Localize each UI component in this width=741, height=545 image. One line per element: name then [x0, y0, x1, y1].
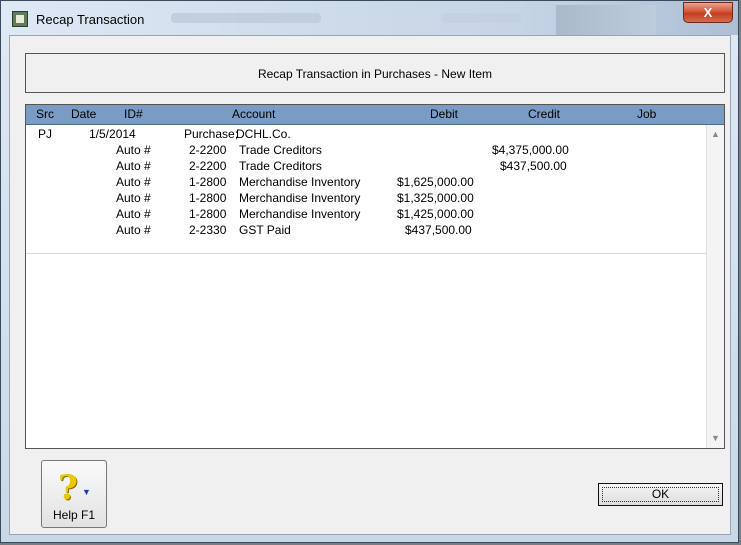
table-row[interactable]: Auto # 1-2800 Merchandise Inventory $1,3…: [26, 191, 707, 207]
cell-account-number: 2-2330: [189, 223, 227, 237]
table-row[interactable]: Auto # 2-2200 Trade Creditors $4,375,000…: [26, 143, 707, 159]
app-window-icon: [12, 11, 28, 27]
cell-account-name: Merchandise Inventory: [239, 191, 361, 205]
cell-debit: $437,500.00: [405, 223, 472, 237]
cell-account-name: Merchandise Inventory: [239, 175, 361, 189]
cell-account-name: GST Paid: [239, 223, 291, 237]
cell-account-name: DCHL.Co.: [236, 127, 291, 141]
column-header-src: Src: [36, 107, 54, 121]
dropdown-caret-icon: ▼: [82, 487, 91, 497]
cell-account-number: 2-2200: [189, 143, 227, 157]
cell-id: Auto #: [116, 143, 151, 157]
column-header-date: Date: [71, 107, 97, 121]
ok-button-label: OK: [651, 487, 670, 501]
table-row[interactable]: Auto # 1-2800 Merchandise Inventory $1,4…: [26, 207, 707, 223]
row-divider: [26, 253, 707, 254]
cell-account-number: 1-2800: [189, 207, 227, 221]
table-row[interactable]: Auto # 1-2800 Merchandise Inventory $1,6…: [26, 175, 707, 191]
table-row[interactable]: PJ 1/5/2014 Purchase; DCHL.Co.: [26, 127, 707, 143]
recap-header: Recap Transaction in Purchases - New Ite…: [25, 53, 725, 93]
cell-account-name: Trade Creditors: [239, 159, 322, 173]
background-window-blur: [171, 13, 321, 23]
cell-id: Auto #: [116, 191, 151, 205]
scroll-down-arrow-icon[interactable]: ▼: [709, 431, 722, 446]
cell-debit: $1,625,000.00: [397, 175, 474, 189]
cell-credit: $4,375,000.00: [492, 143, 569, 157]
column-header-id: ID#: [124, 107, 143, 121]
table-row[interactable]: Auto # 2-2330 GST Paid $437,500.00: [26, 223, 707, 239]
background-window-blur: [441, 13, 521, 23]
scroll-up-arrow-icon[interactable]: ▲: [709, 127, 722, 142]
cell-debit: $1,325,000.00: [397, 191, 474, 205]
help-button[interactable]: ? ▼ Help F1: [41, 460, 107, 528]
cell-src: PJ: [38, 127, 53, 141]
cell-credit: $437,500.00: [500, 159, 567, 173]
cell-account-number: 1-2800: [189, 191, 227, 205]
cell-id: Auto #: [116, 223, 151, 237]
window-title: Recap Transaction: [36, 12, 145, 27]
recap-grid: Src Date ID# Account Debit Credit Job PJ…: [25, 104, 725, 449]
dialog-client-area: Recap Transaction in Purchases - New Ite…: [9, 35, 731, 535]
grid-header: Src Date ID# Account Debit Credit Job: [26, 105, 724, 125]
column-header-credit: Credit: [528, 107, 561, 121]
cell-id: Auto #: [116, 207, 151, 221]
help-button-label: Help F1: [52, 508, 96, 522]
column-header-job: Job: [637, 107, 657, 121]
cell-date: 1/5/2014: [89, 127, 136, 141]
question-mark-icon: ?: [58, 468, 78, 508]
vertical-scrollbar[interactable]: ▲ ▼: [706, 125, 724, 448]
table-row[interactable]: Auto # 2-2200 Trade Creditors $437,500.0…: [26, 159, 707, 175]
cell-account-number: Purchase;: [184, 127, 239, 141]
column-header-debit: Debit: [430, 107, 459, 121]
ok-button[interactable]: OK: [598, 483, 723, 506]
cell-id: Auto #: [116, 175, 151, 189]
grid-body: PJ 1/5/2014 Purchase; DCHL.Co. Auto # 2-…: [26, 125, 707, 247]
cell-account-number: 1-2800: [189, 175, 227, 189]
background-window-blur: [556, 5, 656, 35]
cell-debit: $1,425,000.00: [397, 207, 474, 221]
title-bar[interactable]: Recap Transaction X: [1, 1, 738, 35]
column-header-account: Account: [232, 107, 276, 121]
cell-account-name: Merchandise Inventory: [239, 207, 361, 221]
cell-id: Auto #: [116, 159, 151, 173]
cell-account-name: Trade Creditors: [239, 143, 322, 157]
cell-account-number: 2-2200: [189, 159, 227, 173]
close-button[interactable]: X: [683, 2, 733, 23]
recap-transaction-window: Recap Transaction X Recap Transaction in…: [0, 0, 739, 543]
